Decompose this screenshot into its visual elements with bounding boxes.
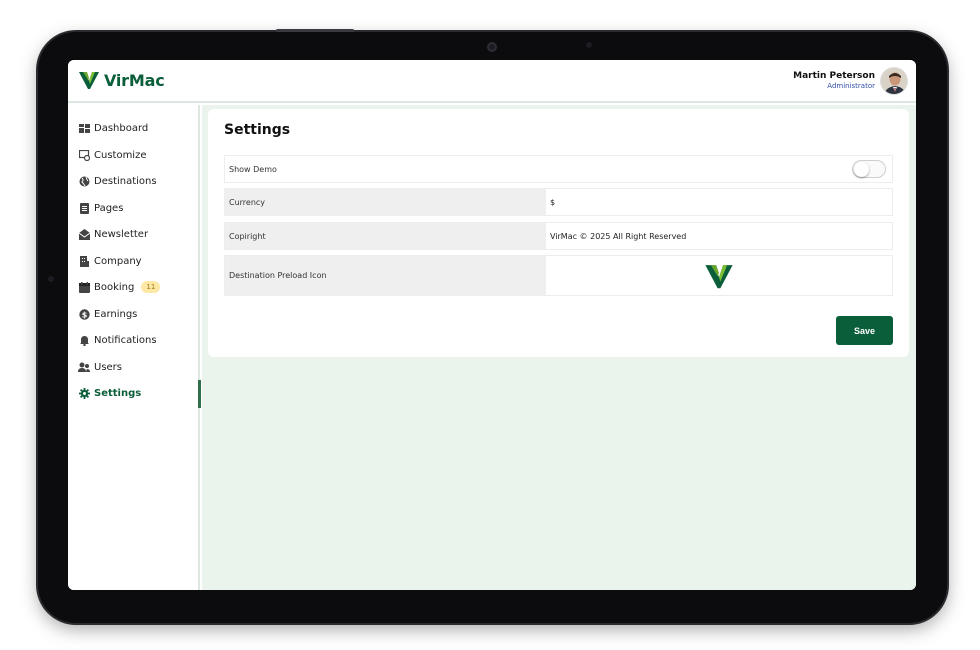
show-demo-label: Show Demo [229, 164, 277, 174]
show-demo-row: Show Demo [224, 155, 893, 183]
sidebar-item-users[interactable]: Users [78, 358, 122, 376]
pages-icon [78, 202, 90, 214]
preload-icon-picker[interactable] [546, 256, 892, 295]
sidebar-item-label: Newsletter [94, 228, 149, 240]
brand-name: VirMac [104, 70, 165, 90]
sidebar-item-label: Customize [94, 149, 147, 161]
side-sensor [48, 276, 54, 282]
sidebar-item-earnings[interactable]: $ Earnings [78, 305, 137, 323]
sidebar-item-newsletter[interactable]: Newsletter [78, 225, 148, 243]
copyright-input[interactable]: VirMac © 2025 All Right Reserved [546, 223, 892, 249]
sidebar-item-customize[interactable]: Customize [78, 146, 147, 164]
svg-text:$: $ [81, 310, 87, 319]
currency-input[interactable]: $ [546, 189, 892, 215]
sidebar-item-label: Dashboard [94, 122, 149, 134]
dollar-icon: $ [78, 308, 90, 320]
user-name: Martin Peterson [793, 71, 875, 81]
settings-card: Settings Show Demo Currency $ Copiright … [208, 109, 909, 357]
save-button[interactable]: Save [836, 316, 893, 345]
sidebar-item-label: Company [94, 255, 142, 267]
preload-icon-label: Destination Preload Icon [225, 256, 546, 295]
page-title: Settings [224, 122, 291, 138]
preload-icon-row: Destination Preload Icon [224, 255, 893, 296]
show-demo-toggle[interactable] [852, 160, 886, 178]
active-indicator [198, 380, 201, 408]
users-icon [78, 361, 90, 373]
sidebar-item-label: Pages [94, 202, 124, 214]
light-sensor [586, 42, 592, 48]
top-header: VirMac Martin Peterson Administrator [68, 60, 916, 103]
customize-icon [78, 149, 90, 161]
globe-icon [78, 175, 90, 187]
calendar-icon [78, 281, 90, 293]
booking-count-badge: 11 [141, 281, 161, 293]
sidebar-item-label: Settings [94, 387, 142, 399]
user-menu[interactable]: Martin Peterson Administrator [793, 67, 908, 95]
front-camera [487, 42, 497, 52]
envelope-icon [78, 228, 90, 240]
sidebar-item-label: Booking [94, 281, 135, 293]
sidebar-item-settings[interactable]: Settings [78, 384, 141, 402]
bell-icon [78, 334, 90, 346]
building-icon [78, 255, 90, 267]
sidebar-item-destinations[interactable]: Destinations [78, 172, 157, 190]
main-content: Settings Show Demo Currency $ Copiright … [202, 105, 916, 590]
copyright-row: Copiright VirMac © 2025 All Right Reserv… [224, 222, 893, 250]
sidebar-item-company[interactable]: Company [78, 252, 142, 270]
sidebar-item-notifications[interactable]: Notifications [78, 331, 157, 349]
copyright-label: Copiright [225, 223, 546, 249]
sidebar-item-label: Notifications [94, 334, 157, 346]
tablet-power-button [276, 29, 354, 32]
currency-row: Currency $ [224, 188, 893, 216]
brand-logo[interactable]: VirMac [78, 69, 165, 91]
app-screen: VirMac Martin Peterson Administrator Das… [68, 60, 916, 590]
user-role: Administrator [827, 82, 875, 90]
sidebar-item-label: Earnings [94, 308, 138, 320]
sidebar-item-label: Users [94, 361, 123, 373]
currency-label: Currency [225, 189, 546, 215]
sidebar: Dashboard Customize Destinations Pages N… [68, 105, 201, 590]
dashboard-icon [78, 122, 90, 134]
sidebar-item-dashboard[interactable]: Dashboard [78, 119, 148, 137]
virmac-logo-icon [79, 72, 99, 89]
toggle-knob [854, 162, 869, 177]
gear-icon [78, 387, 90, 399]
sidebar-item-booking[interactable]: Booking 11 [78, 278, 161, 296]
avatar[interactable] [880, 67, 908, 95]
virmac-logo-icon [705, 264, 733, 288]
sidebar-item-label: Destinations [94, 175, 157, 187]
sidebar-item-pages[interactable]: Pages [78, 199, 123, 217]
